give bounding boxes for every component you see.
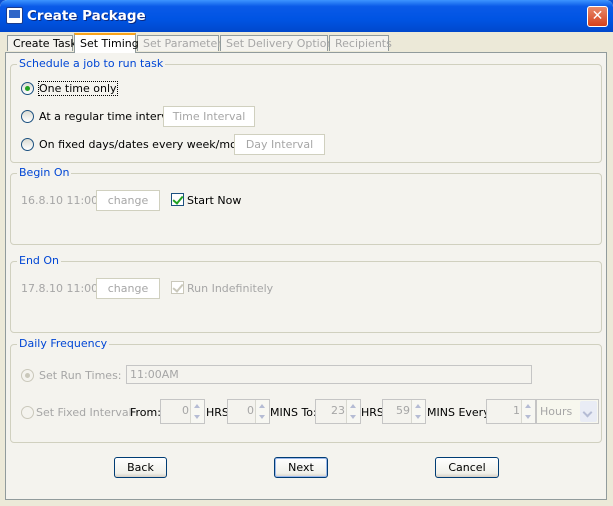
every-value: 1 bbox=[513, 404, 520, 417]
from-hrs-value: 0 bbox=[182, 404, 189, 417]
close-icon[interactable]: ✕ bbox=[587, 6, 608, 27]
time-interval-button[interactable]: Time Interval bbox=[163, 106, 255, 127]
start-now-label: Start Now bbox=[187, 194, 242, 207]
begin-on-group: Begin On 16.8.10 11:00 change Start Now bbox=[10, 166, 602, 245]
spin-down-icon[interactable] bbox=[350, 415, 356, 419]
day-interval-button[interactable]: Day Interval bbox=[234, 134, 325, 155]
spin-up-icon[interactable] bbox=[194, 404, 200, 408]
from-label: From: bbox=[130, 406, 161, 419]
run-indefinitely-label: Run Indefinitely bbox=[187, 282, 274, 295]
title-bar[interactable]: Create Package ✕ bbox=[0, 0, 613, 32]
spin-up-icon[interactable] bbox=[259, 404, 265, 408]
from-hrs-spinner[interactable]: 0 bbox=[160, 399, 205, 424]
set-fixed-interval-label: Set Fixed Interval bbox=[36, 406, 132, 419]
to-mins-spinner[interactable]: 59 bbox=[382, 399, 426, 424]
set-run-times-radio[interactable] bbox=[21, 369, 34, 382]
create-package-window: Create Package ✕ Create Task Set Timing … bbox=[0, 0, 613, 506]
set-run-times-label: Set Run Times: bbox=[39, 369, 122, 382]
end-on-group: End On 17.8.10 11:00 change Run Indefini… bbox=[10, 254, 602, 333]
end-change-button[interactable]: change bbox=[96, 278, 160, 299]
to-hrs-value: 23 bbox=[331, 404, 345, 417]
start-now-checkbox[interactable] bbox=[171, 193, 184, 206]
run-indefinitely-checkbox[interactable] bbox=[171, 281, 184, 294]
spin-down-icon[interactable] bbox=[525, 415, 531, 419]
schedule-group-title: Schedule a job to run task bbox=[17, 57, 166, 70]
spin-up-icon[interactable] bbox=[525, 404, 531, 408]
set-timing-panel: Schedule a job to run task One time only… bbox=[5, 52, 607, 500]
spin-down-icon[interactable] bbox=[259, 415, 265, 419]
cancel-button[interactable]: Cancel bbox=[435, 457, 499, 478]
window-title: Create Package bbox=[27, 8, 146, 24]
from-mins-value: 0 bbox=[247, 404, 254, 417]
mins-every-label: MINS Every bbox=[427, 406, 490, 419]
back-button[interactable]: Back bbox=[114, 457, 167, 478]
schedule-group: Schedule a job to run task One time only… bbox=[10, 57, 602, 163]
end-on-title: End On bbox=[17, 254, 62, 267]
tab-set-timing[interactable]: Set Timing bbox=[74, 33, 139, 53]
fixed-days-radio[interactable] bbox=[21, 138, 34, 151]
set-fixed-interval-radio[interactable] bbox=[21, 406, 34, 419]
daily-frequency-group: Daily Frequency Set Run Times: 11:00AM S… bbox=[10, 337, 602, 443]
tab-recipients[interactable]: Recipients bbox=[329, 35, 392, 51]
spin-down-icon[interactable] bbox=[415, 415, 421, 419]
every-spinner[interactable]: 1 bbox=[486, 399, 536, 424]
interval-unit-value: Hours bbox=[540, 405, 573, 418]
run-times-field[interactable]: 11:00AM bbox=[126, 365, 532, 384]
interval-unit-select[interactable]: Hours bbox=[536, 399, 599, 424]
mins-to-label: MINS To: bbox=[270, 406, 317, 419]
fixed-days-label: On fixed days/dates every week/month bbox=[39, 138, 256, 151]
daily-frequency-title: Daily Frequency bbox=[17, 337, 110, 350]
spin-up-icon[interactable] bbox=[415, 404, 421, 408]
tab-create-task[interactable]: Create Task bbox=[7, 35, 77, 51]
one-time-radio[interactable] bbox=[21, 82, 34, 95]
to-hrs-spinner[interactable]: 23 bbox=[315, 399, 361, 424]
begin-change-button[interactable]: change bbox=[96, 190, 160, 211]
from-mins-spinner[interactable]: 0 bbox=[227, 399, 270, 424]
end-date: 17.8.10 11:00 bbox=[21, 282, 99, 295]
from-hrs-label: HRS bbox=[206, 406, 229, 419]
regular-interval-radio[interactable] bbox=[21, 110, 34, 123]
spin-down-icon[interactable] bbox=[194, 415, 200, 419]
regular-interval-label: At a regular time interval bbox=[39, 110, 178, 123]
begin-date: 16.8.10 11:00 bbox=[21, 194, 99, 207]
app-icon bbox=[6, 7, 23, 24]
next-button[interactable]: Next bbox=[274, 457, 328, 478]
begin-on-title: Begin On bbox=[17, 166, 72, 179]
to-hrs-label: HRS bbox=[361, 406, 384, 419]
dialog-content: Create Task Set Timing Set Parameters Se… bbox=[3, 32, 610, 503]
one-time-label: One time only bbox=[38, 81, 118, 96]
chevron-down-icon[interactable] bbox=[580, 401, 597, 422]
to-mins-value: 59 bbox=[396, 404, 410, 417]
spin-up-icon[interactable] bbox=[350, 404, 356, 408]
tab-set-parameters[interactable]: Set Parameters bbox=[137, 35, 228, 51]
tab-set-delivery-options[interactable]: Set Delivery Options bbox=[220, 35, 339, 51]
